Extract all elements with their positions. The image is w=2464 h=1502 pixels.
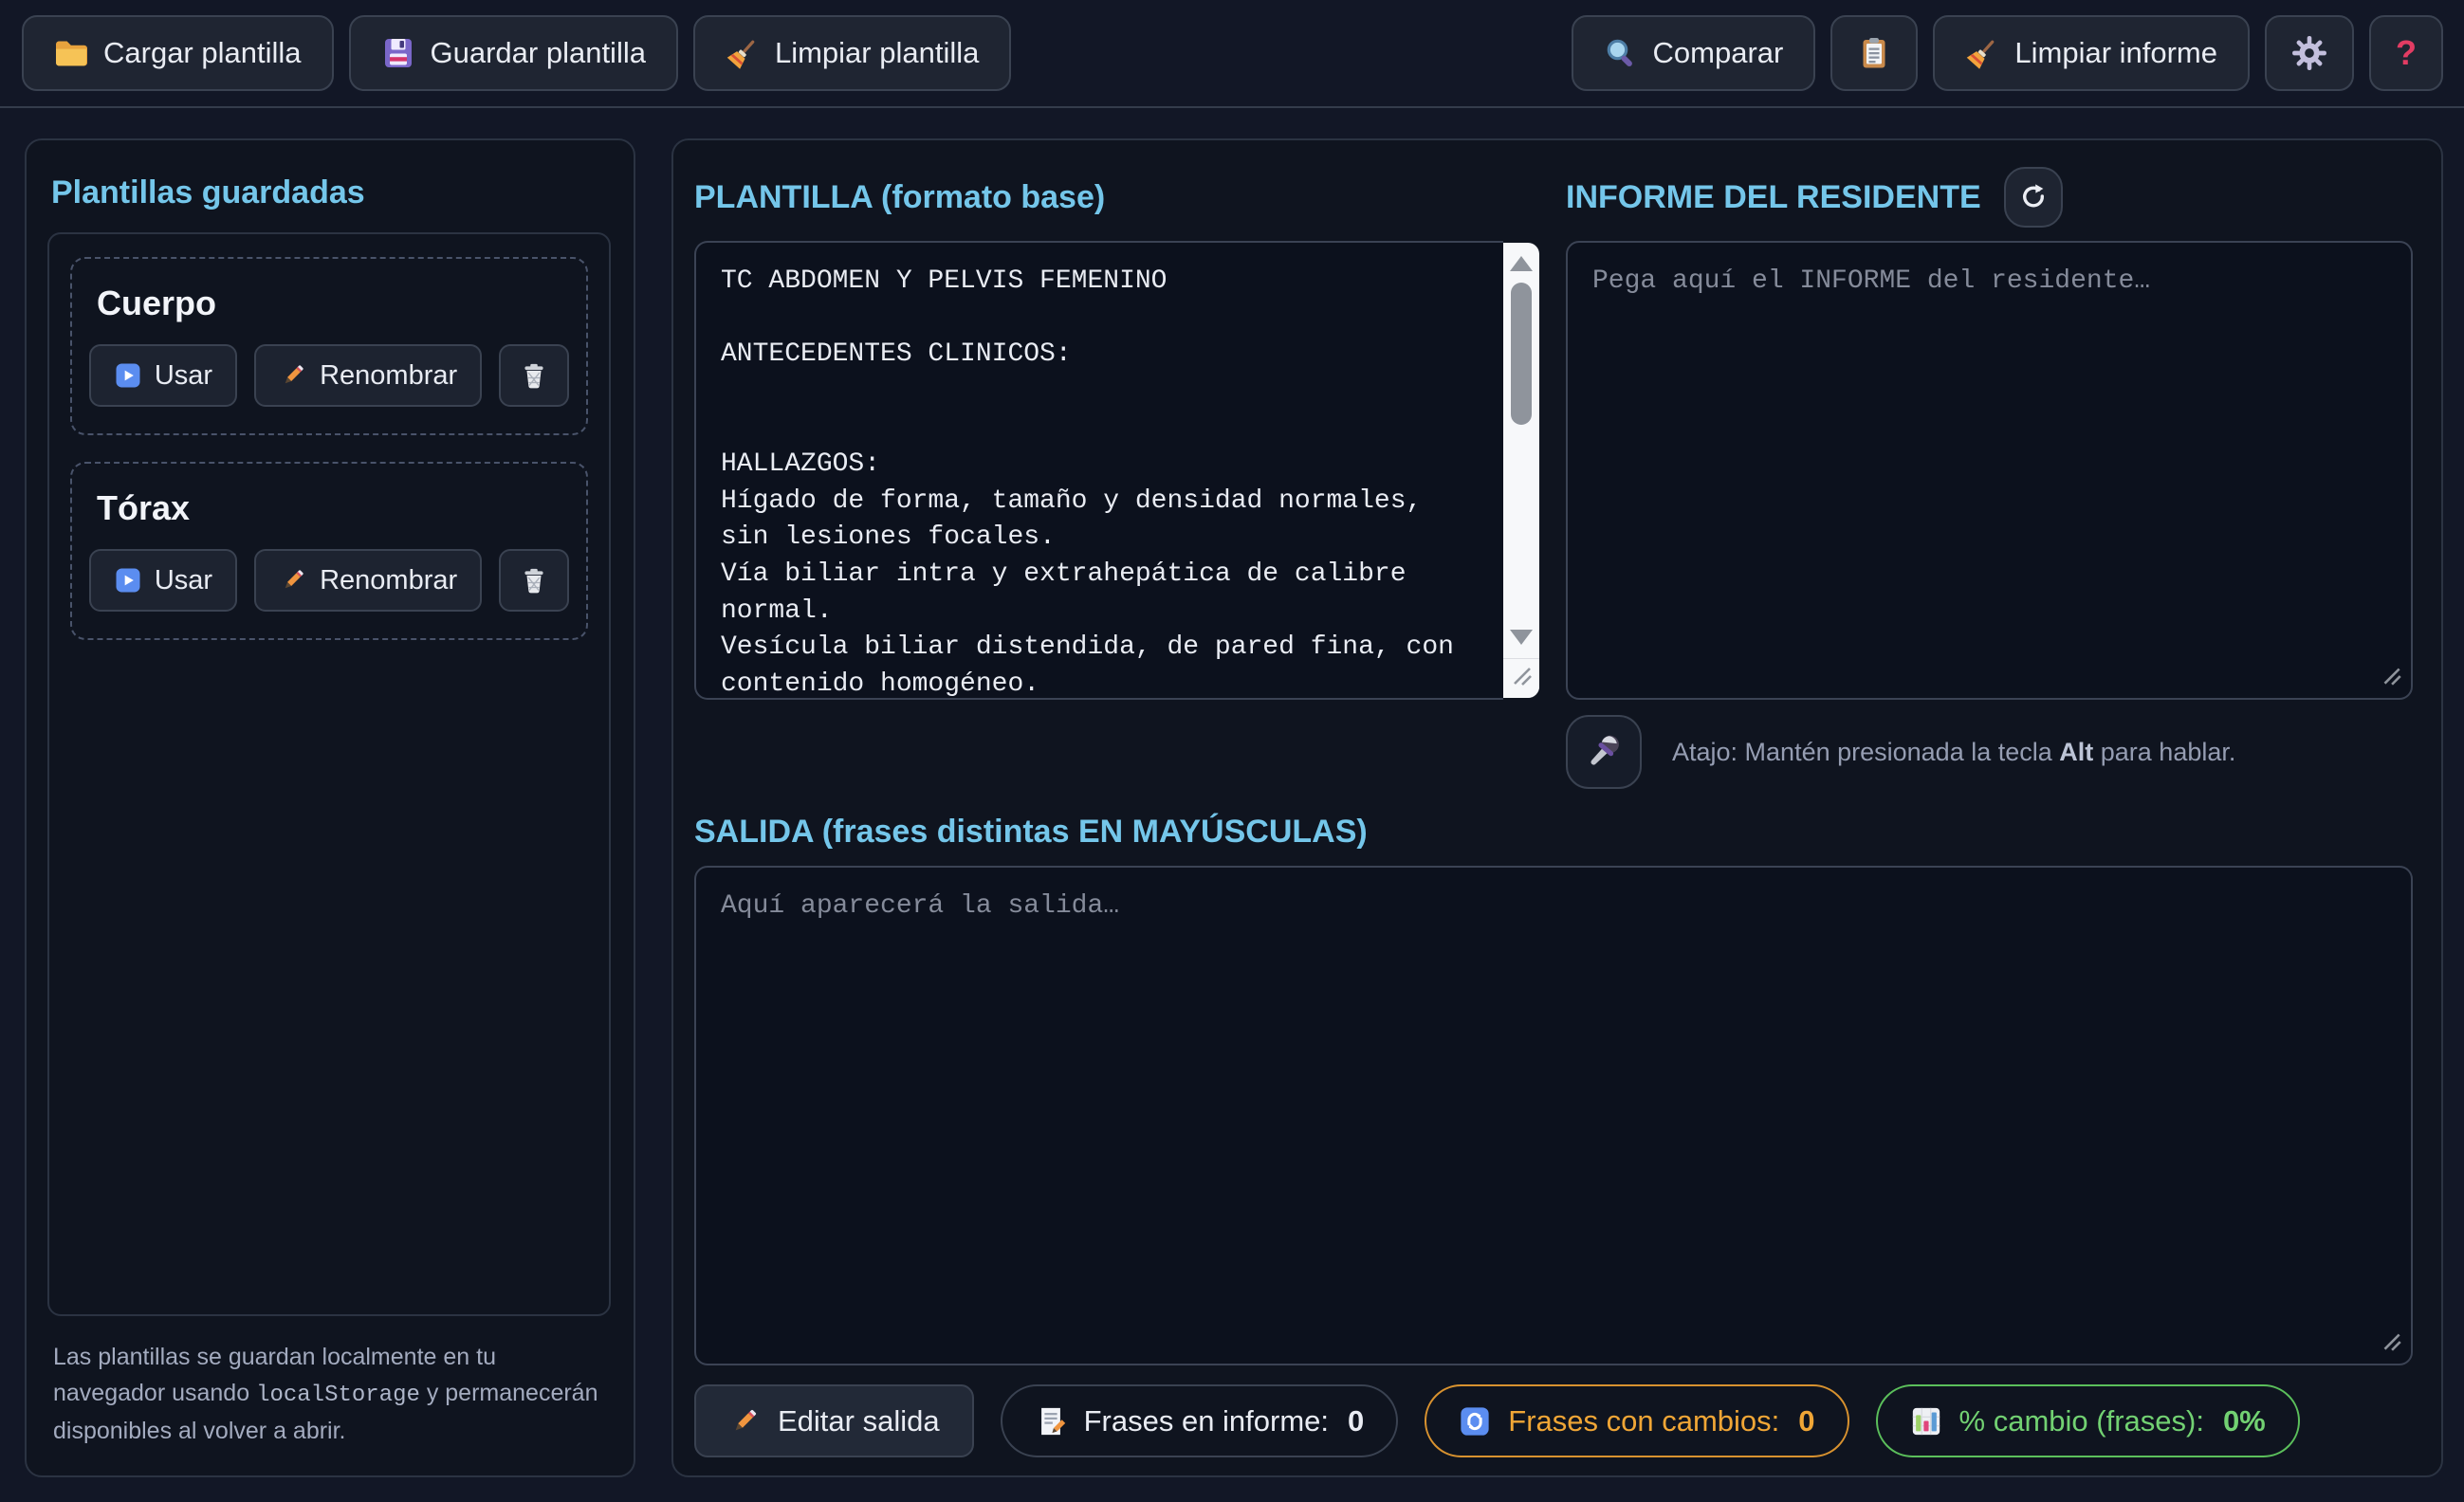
scrollbar-thumb[interactable] xyxy=(1511,283,1532,425)
delete-template-button[interactable] xyxy=(499,344,569,407)
footer-code: localStorage xyxy=(256,1383,420,1408)
folder-icon xyxy=(54,36,88,70)
stat-value: 0% xyxy=(2223,1404,2266,1438)
scroll-down-arrow-icon[interactable] xyxy=(1510,630,1533,645)
resize-grip-icon xyxy=(1511,665,1534,692)
microphone-icon xyxy=(1582,730,1626,774)
template-card-cuerpo: Cuerpo Usar Renombrar xyxy=(70,257,588,435)
sync-icon xyxy=(1459,1405,1491,1438)
salida-textarea[interactable] xyxy=(694,866,2413,1365)
magnifier-icon xyxy=(1604,36,1638,70)
chart-icon xyxy=(1910,1405,1942,1438)
saved-templates-title: Plantillas guardadas xyxy=(51,174,611,211)
edit-output-button[interactable]: Editar salida xyxy=(694,1384,974,1457)
stat-label: Frases con cambios: xyxy=(1508,1404,1779,1438)
microphone-button[interactable] xyxy=(1566,715,1642,789)
upper-columns: PLANTILLA (formato base) TC ABDOMEN Y PE… xyxy=(694,165,2413,789)
salida-header: SALIDA (frases distintas EN MAYÚSCULAS) xyxy=(694,814,2413,851)
gear-icon xyxy=(2291,35,2327,71)
broom-icon xyxy=(726,36,760,70)
saved-templates-panel: Plantillas guardadas Cuerpo Usar xyxy=(25,138,635,1477)
stat-value: 0 xyxy=(1348,1404,1364,1438)
pencil-icon xyxy=(728,1405,761,1438)
save-template-button[interactable]: Guardar plantilla xyxy=(349,15,678,91)
delete-template-button[interactable] xyxy=(499,549,569,612)
clear-template-button[interactable]: Limpiar plantilla xyxy=(693,15,1011,91)
clipboard-icon xyxy=(1857,36,1891,70)
hint-key: Alt xyxy=(2059,738,2093,766)
help-button[interactable]: ? xyxy=(2369,15,2443,91)
play-icon xyxy=(114,361,142,390)
stat-frases-informe: Frases en informe: 0 xyxy=(1001,1384,1399,1457)
save-template-label: Guardar plantilla xyxy=(431,36,646,70)
reset-icon xyxy=(2016,180,2050,214)
use-template-button[interactable]: Usar xyxy=(89,344,237,407)
template-actions: Usar Renombrar xyxy=(97,549,561,612)
compare-button[interactable]: Comparar xyxy=(1572,15,1816,91)
stat-porcentaje-cambio: % cambio (frases): 0% xyxy=(1876,1384,2300,1457)
clear-report-label: Limpiar informe xyxy=(2014,36,2217,70)
broom-icon xyxy=(1965,36,1999,70)
plantilla-scrollbar[interactable] xyxy=(1503,243,1539,698)
plantilla-title: PLANTILLA (formato base) xyxy=(694,179,1105,216)
toolbar-right-group: Comparar Limpiar informe ? xyxy=(1572,15,2443,91)
stat-value: 0 xyxy=(1798,1404,1814,1438)
settings-button[interactable] xyxy=(2265,15,2354,91)
top-toolbar: Cargar plantilla Guardar plantilla Limpi… xyxy=(0,0,2464,108)
stat-frases-cambios: Frases con cambios: 0 xyxy=(1425,1384,1848,1457)
plantilla-textarea[interactable]: TC ABDOMEN Y PELVIS FEMENINO ANTECEDENTE… xyxy=(694,241,1503,700)
main-panel: PLANTILLA (formato base) TC ABDOMEN Y PE… xyxy=(671,138,2443,1477)
floppy-icon xyxy=(381,36,415,70)
use-template-label: Usar xyxy=(155,360,212,392)
clear-report-button[interactable]: Limpiar informe xyxy=(1933,15,2250,91)
informe-header: INFORME DEL RESIDENTE xyxy=(1566,165,2413,229)
edit-output-label: Editar salida xyxy=(778,1404,940,1438)
clipboard-button[interactable] xyxy=(1830,15,1918,91)
stat-label: Frases en informe: xyxy=(1084,1404,1329,1438)
rename-template-button[interactable]: Renombrar xyxy=(254,549,482,612)
informe-column: INFORME DEL RESIDENTE xyxy=(1566,165,2413,789)
plantilla-textarea-wrap: TC ABDOMEN Y PELVIS FEMENINO ANTECEDENTE… xyxy=(694,241,1541,700)
template-card-torax: Tórax Usar Renombrar xyxy=(70,462,588,640)
memo-icon xyxy=(1035,1405,1067,1438)
sidebar-footer-note: Las plantillas se guardan localmente en … xyxy=(47,1339,611,1449)
template-name: Tórax xyxy=(97,488,561,528)
rename-template-button[interactable]: Renombrar xyxy=(254,344,482,407)
template-name: Cuerpo xyxy=(97,284,561,323)
stat-label: % cambio (frases): xyxy=(1959,1404,2204,1438)
pencil-icon xyxy=(279,361,307,390)
informe-textarea[interactable] xyxy=(1566,241,2413,700)
trash-icon xyxy=(520,361,548,390)
content-area: Plantillas guardadas Cuerpo Usar xyxy=(0,108,2464,1491)
reset-informe-button[interactable] xyxy=(2004,167,2063,228)
hint-text-post: para hablar. xyxy=(2093,738,2235,766)
load-template-button[interactable]: Cargar plantilla xyxy=(22,15,334,91)
template-list: Cuerpo Usar Renombrar xyxy=(47,232,611,1316)
hint-text-pre: Atajo: Mantén presionada la tecla xyxy=(1672,738,2059,766)
scroll-up-arrow-icon[interactable] xyxy=(1510,256,1533,271)
rename-template-label: Renombrar xyxy=(320,565,457,596)
pencil-icon xyxy=(279,566,307,595)
use-template-label: Usar xyxy=(155,565,212,596)
trash-icon xyxy=(520,566,548,595)
informe-title: INFORME DEL RESIDENTE xyxy=(1566,179,1981,216)
mic-shortcut-hint: Atajo: Mantén presionada la tecla Alt pa… xyxy=(1672,738,2235,767)
template-actions: Usar Renombrar xyxy=(97,344,561,407)
rename-template-label: Renombrar xyxy=(320,360,457,392)
salida-stats-row: Editar salida Frases en informe: 0 Frase… xyxy=(694,1384,2413,1457)
clear-template-label: Limpiar plantilla xyxy=(775,36,979,70)
salida-title: SALIDA (frases distintas EN MAYÚSCULAS) xyxy=(694,814,1368,851)
mic-row: Atajo: Mantén presionada la tecla Alt pa… xyxy=(1566,715,2413,789)
resize-corner[interactable] xyxy=(1503,658,1539,698)
informe-textarea-wrap xyxy=(1566,241,2413,700)
compare-label: Comparar xyxy=(1653,36,1784,70)
play-icon xyxy=(114,566,142,595)
use-template-button[interactable]: Usar xyxy=(89,549,237,612)
question-icon: ? xyxy=(2396,33,2417,73)
load-template-label: Cargar plantilla xyxy=(103,36,302,70)
plantilla-header: PLANTILLA (formato base) xyxy=(694,165,1541,229)
toolbar-left-group: Cargar plantilla Guardar plantilla Limpi… xyxy=(22,15,1011,91)
plantilla-column: PLANTILLA (formato base) TC ABDOMEN Y PE… xyxy=(694,165,1541,789)
salida-textarea-wrap xyxy=(694,866,2413,1365)
